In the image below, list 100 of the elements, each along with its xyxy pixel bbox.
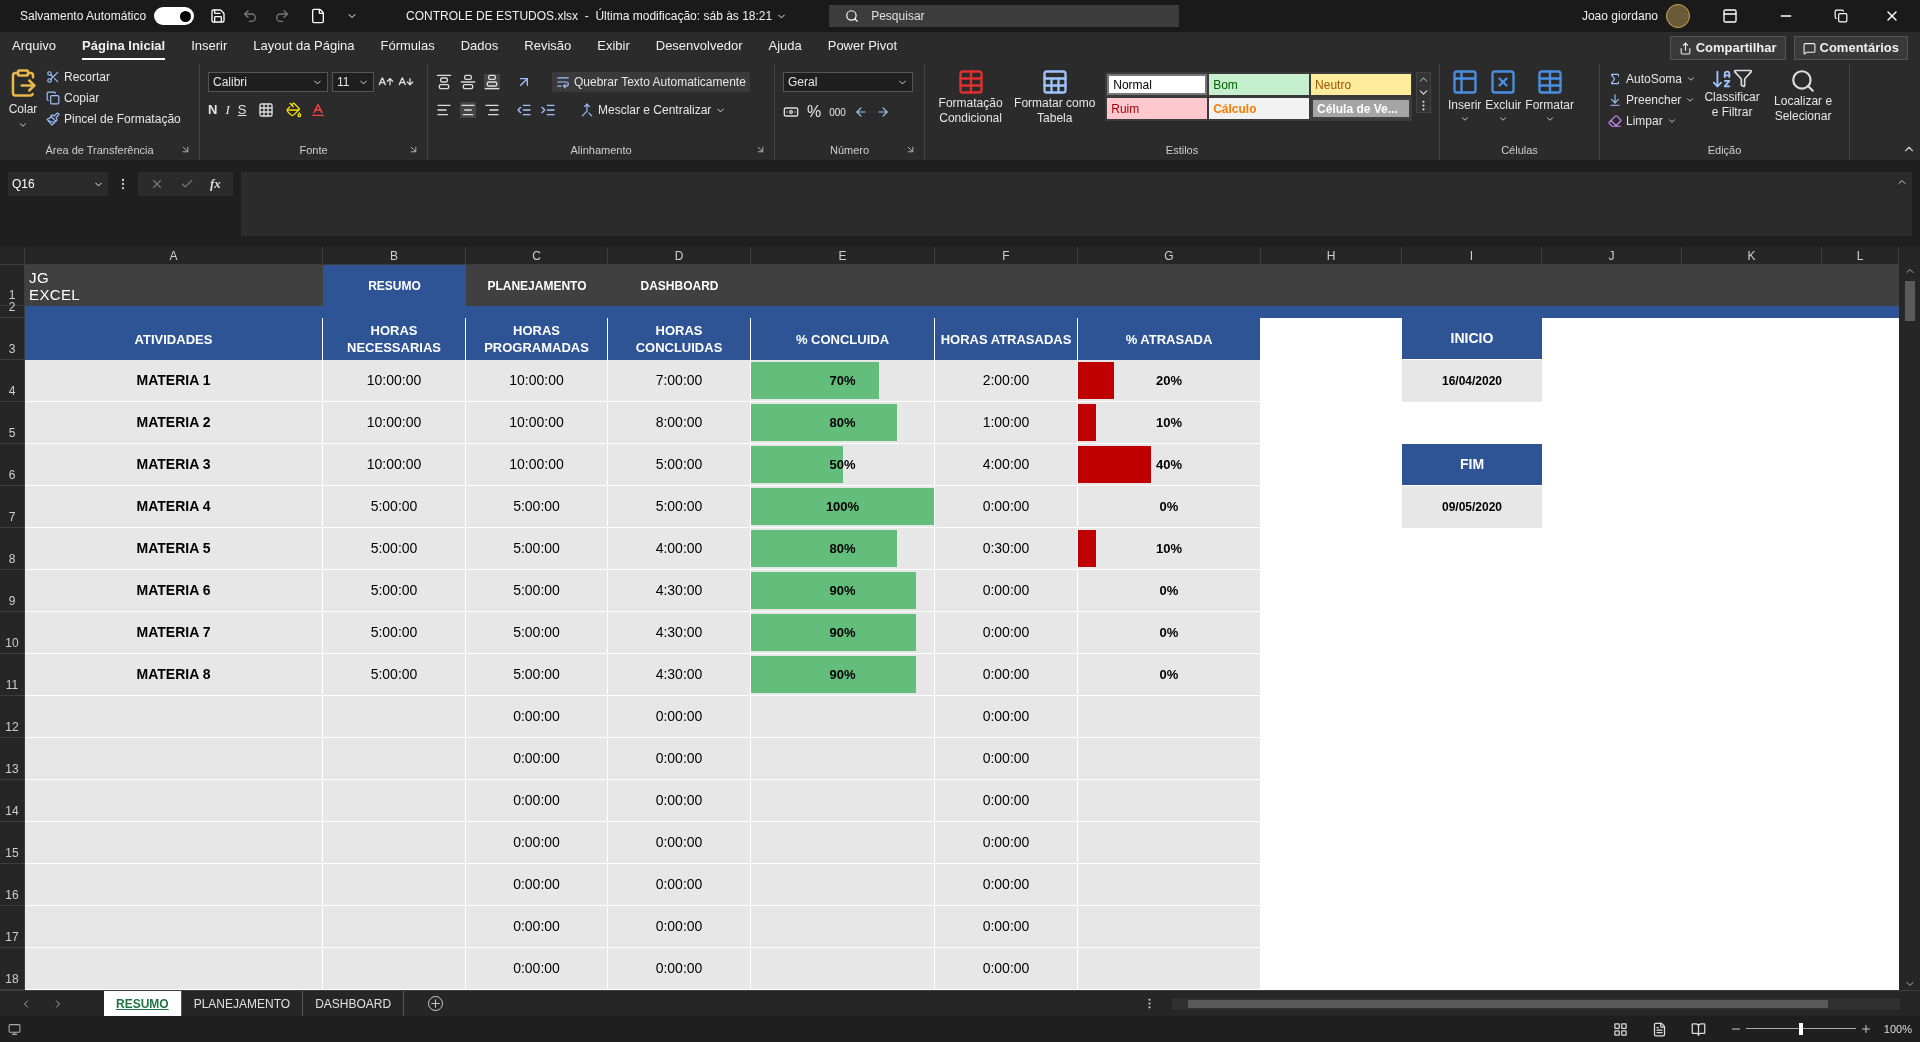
zoom-thumb[interactable] <box>1798 1023 1803 1035</box>
name-box[interactable]: Q16 <box>8 172 108 196</box>
row-header[interactable]: 5 <box>0 402 25 444</box>
column-header[interactable]: H <box>1261 247 1402 265</box>
cells-button[interactable]: Excluir <box>1485 68 1522 124</box>
menu-tab[interactable]: Fórmulas <box>380 36 435 60</box>
formula-input[interactable] <box>240 172 1912 236</box>
row-header[interactable]: 16 <box>0 864 25 906</box>
editing-action[interactable]: AutoSoma <box>1608 70 1697 88</box>
align-right-icon[interactable] <box>484 102 500 118</box>
percent-button[interactable]: % <box>807 100 822 124</box>
row-header[interactable]: 10 <box>0 612 25 654</box>
bold-button[interactable]: N <box>208 100 218 120</box>
merge-button[interactable]: Mesclar e Centralizar <box>576 100 731 120</box>
row-header[interactable]: 17 <box>0 906 25 948</box>
menu-tab[interactable]: Dados <box>460 36 499 60</box>
share-button[interactable]: Compartilhar <box>1669 36 1786 60</box>
column-header[interactable]: I <box>1402 247 1542 265</box>
undo-icon[interactable] <box>242 8 259 24</box>
restore-icon[interactable] <box>1834 9 1848 23</box>
column-header[interactable]: D <box>608 247 751 265</box>
increase-decimal-icon[interactable] <box>853 105 868 119</box>
menu-tab[interactable]: Revisão <box>524 36 572 60</box>
macro-icon[interactable] <box>8 1022 21 1036</box>
row-header[interactable]: 18 <box>0 948 25 990</box>
menu-tab[interactable]: Layout da Página <box>253 36 355 60</box>
menu-tab[interactable]: Arquivo <box>12 36 57 60</box>
page-layout-icon[interactable] <box>1651 1021 1667 1037</box>
column-header[interactable]: G <box>1078 247 1261 265</box>
avatar[interactable] <box>1666 4 1690 28</box>
column-header[interactable]: L <box>1822 247 1899 265</box>
page-break-icon[interactable] <box>1690 1021 1706 1037</box>
vertical-scrollbar[interactable] <box>1899 247 1920 990</box>
cells-button[interactable]: Formatar <box>1525 68 1575 124</box>
font-name-field[interactable]: Calibri <box>208 72 328 92</box>
font-size-field[interactable]: 11 <box>332 72 374 92</box>
underline-button[interactable]: S <box>237 100 247 120</box>
cell-style-swatch[interactable]: Neutro <box>1311 74 1412 95</box>
save-icon[interactable] <box>210 8 227 24</box>
currency-icon[interactable] <box>783 104 799 120</box>
column-header[interactable]: F <box>935 247 1078 265</box>
align-left-icon[interactable] <box>436 102 452 118</box>
wrap-text-button[interactable]: Quebrar Texto Automaticamente <box>552 72 750 92</box>
cell-style-swatch[interactable]: Ruim <box>1107 98 1208 119</box>
format-as-table-button[interactable]: Formatar como Tabela <box>1012 68 1098 126</box>
align-top-icon[interactable] <box>436 74 452 90</box>
font-color-icon[interactable] <box>310 101 327 118</box>
italic-button[interactable]: I <box>225 100 230 120</box>
editing-action[interactable]: Preencher <box>1608 91 1697 109</box>
paste-button[interactable]: Colar <box>8 68 38 130</box>
thousands-button[interactable]: 000 <box>829 104 846 120</box>
align-bottom-icon[interactable] <box>484 74 500 90</box>
comments-button[interactable]: Comentários <box>1793 36 1908 60</box>
decrease-indent-icon[interactable] <box>516 102 532 118</box>
increase-indent-icon[interactable] <box>540 102 556 118</box>
dialog-launcher-icon[interactable] <box>905 144 916 155</box>
cells-button[interactable]: Inserir <box>1448 68 1482 124</box>
menu-tab[interactable]: Power Pivot <box>827 36 898 60</box>
borders-icon[interactable] <box>258 101 275 118</box>
insert-function-button[interactable]: fx <box>210 174 221 194</box>
horizontal-scrollbar[interactable] <box>1172 997 1900 1010</box>
caret-icon[interactable] <box>18 120 28 130</box>
align-center-icon[interactable] <box>460 102 476 118</box>
cell-style-swatch[interactable]: Bom <box>1209 74 1310 95</box>
conditional-formatting-button[interactable]: Formatação Condicional <box>933 68 1009 126</box>
number-format-field[interactable]: Geral <box>783 72 913 92</box>
row-header[interactable]: 12 <box>0 696 25 738</box>
zoom-in-icon[interactable] <box>1859 1023 1872 1035</box>
column-header[interactable]: C <box>466 247 608 265</box>
find-select-button[interactable]: Localizar e Selecionar <box>1768 68 1839 124</box>
search-field[interactable]: Pesquisar <box>829 5 1180 27</box>
sheet-tab[interactable]: RESUMO <box>104 991 182 1016</box>
ribbon-display-icon[interactable] <box>1722 8 1738 24</box>
menu-tab[interactable]: Desenvolvedor <box>655 36 743 60</box>
align-middle-icon[interactable] <box>460 74 476 90</box>
menu-tab[interactable]: Página Inicial <box>82 36 166 60</box>
row-header[interactable]: 8 <box>0 528 25 570</box>
row-header[interactable]: 9 <box>0 570 25 612</box>
row-header[interactable]: 15 <box>0 822 25 864</box>
enter-icon[interactable] <box>180 177 194 191</box>
editing-action[interactable]: Limpar <box>1608 112 1697 130</box>
row-header[interactable]: 11 <box>0 654 25 696</box>
column-header[interactable]: A <box>25 247 323 265</box>
dialog-launcher-icon[interactable] <box>180 144 191 155</box>
clipboard-action[interactable]: Copiar <box>46 89 181 107</box>
clipboard-action[interactable]: Recortar <box>46 68 181 86</box>
row-header[interactable]: 3 <box>0 318 25 360</box>
new-file-icon[interactable] <box>310 8 327 24</box>
row-header[interactable]: 14 <box>0 780 25 822</box>
row-header[interactable]: 6 <box>0 444 25 486</box>
column-header[interactable]: B <box>323 247 466 265</box>
cancel-icon[interactable] <box>150 177 164 191</box>
nav-tab[interactable]: RESUMO <box>323 265 466 306</box>
row-header[interactable]: 13 <box>0 738 25 780</box>
fill-color-icon[interactable] <box>286 101 303 118</box>
menu-tab[interactable]: Exibir <box>597 36 630 60</box>
row-header[interactable]: 7 <box>0 486 25 528</box>
dialog-launcher-icon[interactable] <box>755 144 766 155</box>
column-header[interactable]: J <box>1542 247 1682 265</box>
normal-view-icon[interactable] <box>1612 1021 1628 1037</box>
